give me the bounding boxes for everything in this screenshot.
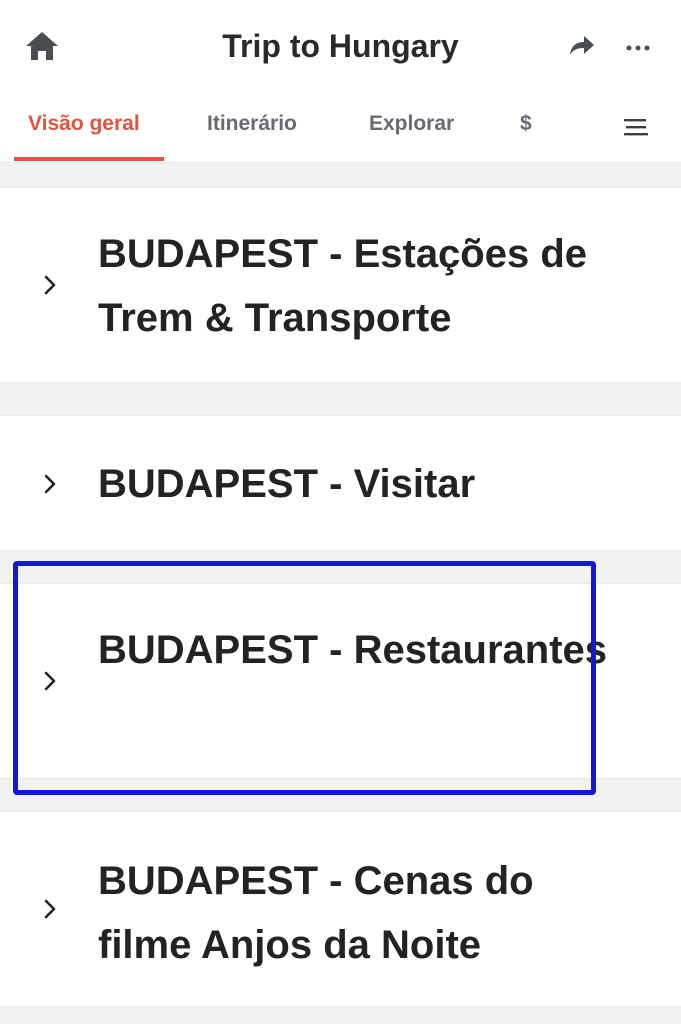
section-title: BUDAPEST - Visitar bbox=[98, 462, 476, 506]
chevron-right-icon bbox=[38, 472, 62, 496]
section-title: BUDAPEST - Estações de Trem & Transporte bbox=[98, 232, 588, 340]
chevron-right-icon bbox=[38, 273, 62, 297]
share-icon bbox=[568, 34, 596, 63]
chevron-right-icon bbox=[38, 897, 62, 921]
section-title: BUDAPEST - Restaurantes bbox=[98, 628, 608, 672]
menu-icon bbox=[623, 117, 649, 142]
home-icon bbox=[24, 29, 60, 68]
section-title: BUDAPEST - Cenas do filme Anjos da Noite bbox=[98, 859, 534, 967]
home-button[interactable] bbox=[22, 30, 62, 66]
tab-overview[interactable]: Visão geral bbox=[28, 112, 140, 136]
active-tab-indicator bbox=[14, 157, 164, 161]
tab-explore[interactable]: Explorar bbox=[369, 112, 454, 136]
chevron-right-icon bbox=[38, 669, 62, 693]
more-icon bbox=[626, 39, 650, 57]
menu-button[interactable] bbox=[616, 114, 656, 144]
tab-budget[interactable]: $ bbox=[520, 112, 532, 136]
share-button[interactable] bbox=[562, 30, 602, 66]
more-options-button[interactable] bbox=[618, 30, 658, 66]
tab-itinerary[interactable]: Itinerário bbox=[207, 112, 297, 136]
section-train-stations[interactable]: BUDAPEST - Estações de Trem & Transporte bbox=[0, 187, 681, 383]
app-header: Trip to Hungary Visão geral Itinerário E… bbox=[0, 0, 681, 163]
section-visit[interactable]: BUDAPEST - Visitar bbox=[0, 415, 681, 551]
tab-bar: Visão geral Itinerário Explorar $ bbox=[0, 100, 681, 162]
section-restaurants[interactable]: BUDAPEST - Restaurantes bbox=[0, 583, 681, 779]
section-movie-scenes[interactable]: BUDAPEST - Cenas do filme Anjos da Noite bbox=[0, 811, 681, 1007]
